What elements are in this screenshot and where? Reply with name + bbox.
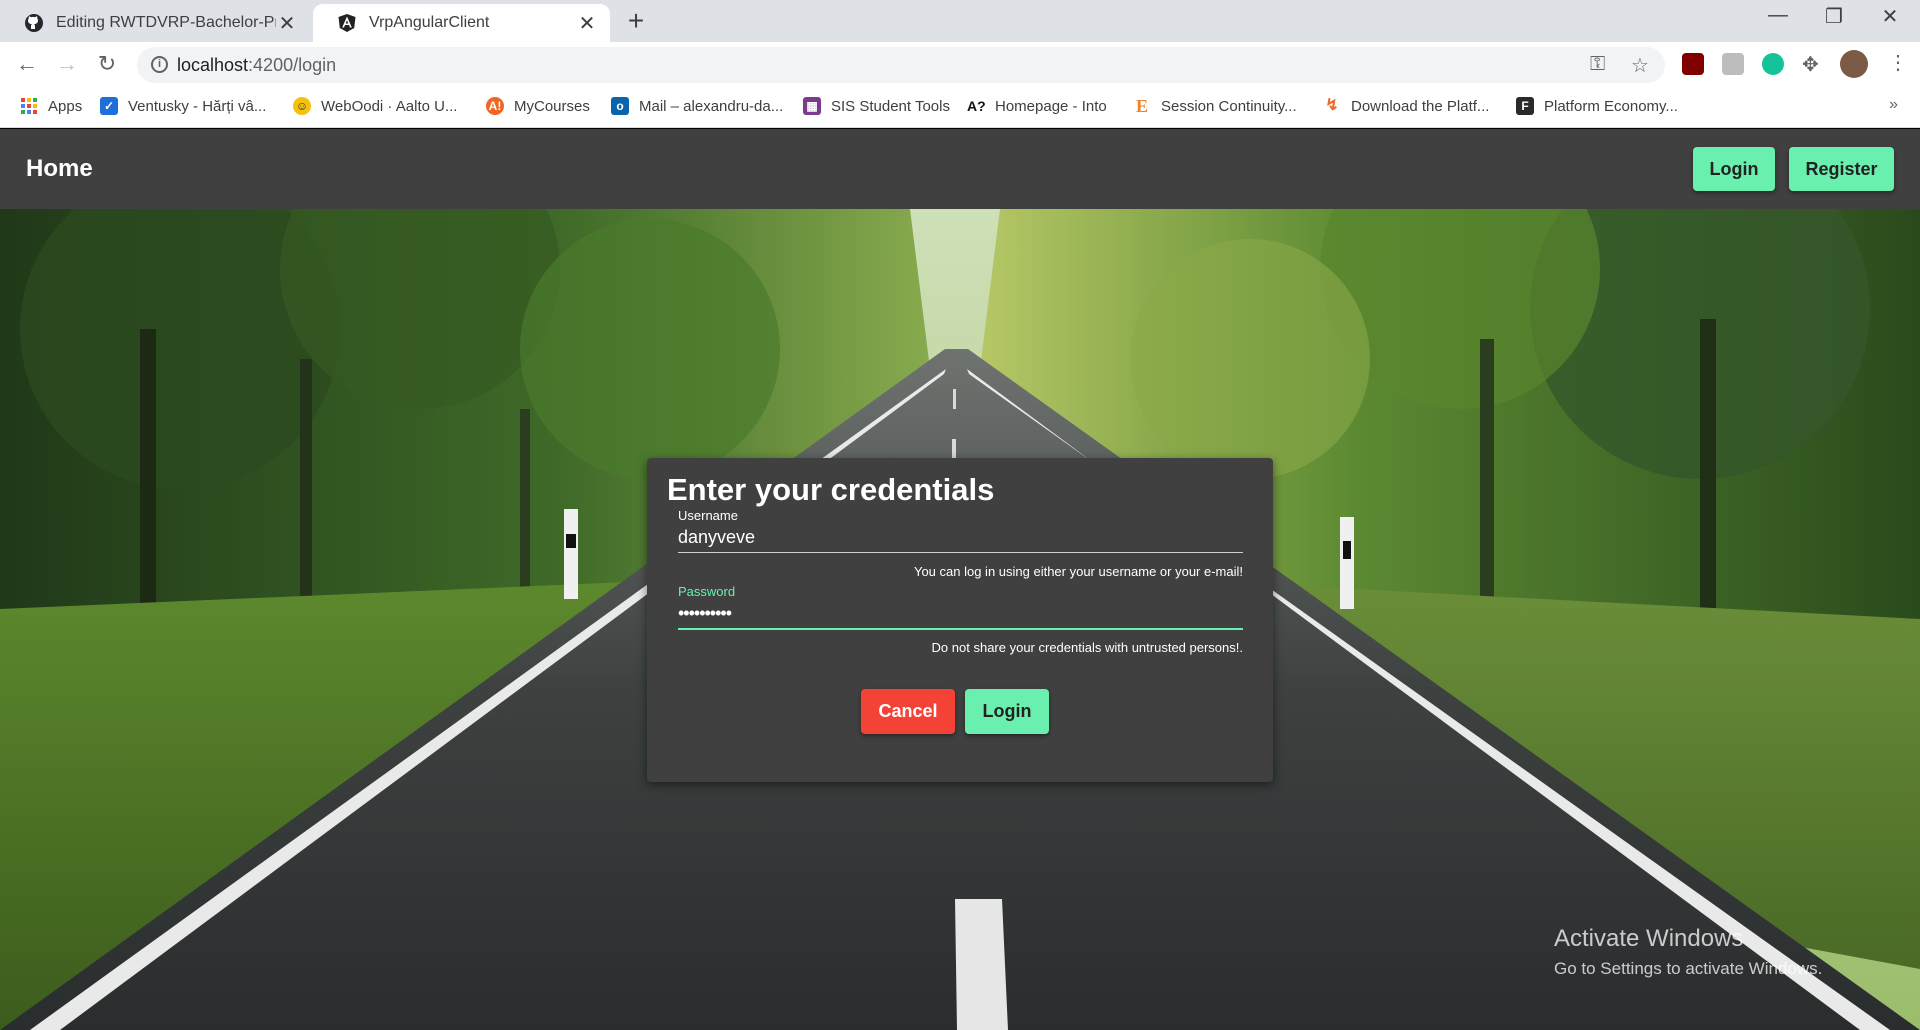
- bookmark-download-platform[interactable]: ↯ Download the Platf...: [1323, 97, 1489, 115]
- windows-activation-watermark: Activate Windows Go to Settings to activ…: [1554, 925, 1822, 979]
- key-icon[interactable]: ⚿: [1590, 53, 1605, 76]
- app-navbar: Home Login Register: [0, 129, 1920, 209]
- bookmarks-bar: Apps ✓ Ventusky - Hărți vâ... ☺ WebOodi …: [0, 87, 1920, 128]
- watermark-line2: Go to Settings to activate Windows.: [1554, 959, 1823, 978]
- password-label: Password: [678, 584, 736, 599]
- angular-icon: [338, 14, 356, 32]
- close-icon[interactable]: ✕: [576, 11, 598, 36]
- outlook-icon: o: [611, 97, 629, 115]
- weboodi-icon: ☺: [293, 97, 311, 115]
- bookmark-apps[interactable]: Apps: [20, 97, 82, 115]
- ublock-icon[interactable]: [1682, 53, 1704, 75]
- mycourses-icon: A!: [486, 97, 504, 115]
- nav-register-button[interactable]: Register: [1789, 147, 1894, 191]
- avatar[interactable]: [1840, 50, 1868, 78]
- ventusky-icon: ✓: [100, 97, 118, 115]
- reload-icon[interactable]: ↻: [93, 50, 121, 78]
- extensions-puzzle-icon[interactable]: ✥: [1802, 52, 1819, 77]
- bookmark-weboodi[interactable]: ☺ WebOodi · Aalto U...: [293, 97, 457, 115]
- menu-kebab-icon[interactable]: ⋮: [1888, 50, 1908, 75]
- github-icon: [25, 14, 43, 32]
- f-icon: F: [1516, 97, 1534, 115]
- platform-icon: ↯: [1325, 97, 1339, 114]
- browser-toolbar: ← → ↻ i localhost:4200/login ⚿ ☆ ✥ ⋮: [0, 42, 1920, 87]
- bookmark-session-continuity[interactable]: E Session Continuity...: [1133, 97, 1297, 115]
- apps-grid-icon: [21, 98, 37, 114]
- info-icon[interactable]: i: [151, 56, 168, 73]
- username-label: Username: [678, 508, 738, 523]
- sis-icon: ▦: [803, 97, 821, 115]
- bookmark-homepage-into[interactable]: A? Homepage - Into: [967, 97, 1107, 115]
- password-hint: Do not share your credentials with untru…: [931, 640, 1243, 655]
- url-text: localhost:4200/login: [177, 55, 337, 75]
- e-icon: E: [1135, 96, 1148, 116]
- grammarly-icon[interactable]: [1762, 53, 1784, 75]
- tab-title: Editing RWTDVRP-Bachelor-Proje: [56, 14, 276, 31]
- bookmark-ventusky[interactable]: ✓ Ventusky - Hărți vâ...: [100, 97, 266, 115]
- close-window-icon[interactable]: ✕: [1870, 4, 1910, 29]
- address-bar[interactable]: i localhost:4200/login ⚿ ☆: [137, 47, 1665, 83]
- password-input[interactable]: [678, 599, 1243, 628]
- close-icon[interactable]: ✕: [276, 11, 298, 36]
- tab-title: VrpAngularClient: [369, 14, 490, 31]
- back-icon[interactable]: ←: [13, 50, 41, 78]
- username-input[interactable]: [678, 523, 1243, 552]
- nav-login-button[interactable]: Login: [1693, 147, 1775, 191]
- new-tab-icon[interactable]: +: [626, 6, 646, 36]
- tab-github[interactable]: Editing RWTDVRP-Bachelor-Proje ✕: [0, 4, 310, 42]
- login-card: Enter your credentials Username You can …: [647, 458, 1273, 782]
- bookmark-mycourses[interactable]: A! MyCourses: [486, 97, 590, 115]
- username-underline: [678, 552, 1243, 553]
- watermark-line1: Activate Windows: [1554, 925, 1744, 952]
- extension-r-icon[interactable]: [1722, 53, 1744, 75]
- username-field[interactable]: Username: [678, 508, 1243, 553]
- star-icon[interactable]: ☆: [1631, 53, 1649, 78]
- home-link[interactable]: Home: [26, 155, 93, 183]
- bookmark-sis[interactable]: ▦ SIS Student Tools: [803, 97, 950, 115]
- aalto-icon: A?: [967, 98, 986, 114]
- restore-icon[interactable]: ❐: [1814, 4, 1854, 29]
- password-underline: [678, 628, 1243, 630]
- bookmark-platform-economy[interactable]: F Platform Economy...: [1516, 97, 1678, 115]
- chevron-more-icon[interactable]: »: [1889, 96, 1898, 114]
- forward-icon[interactable]: →: [53, 50, 81, 78]
- minimize-icon[interactable]: —: [1758, 4, 1798, 27]
- username-hint: You can log in using either your usernam…: [913, 564, 1243, 579]
- login-button[interactable]: Login: [965, 689, 1049, 734]
- card-title: Enter your credentials: [667, 472, 995, 507]
- browser-tabstrip: Editing RWTDVRP-Bachelor-Proje ✕ VrpAngu…: [0, 0, 1920, 42]
- cancel-button[interactable]: Cancel: [861, 689, 955, 734]
- tab-vrp-client[interactable]: VrpAngularClient ✕: [313, 4, 610, 42]
- password-field[interactable]: Password: [678, 584, 1243, 630]
- bookmark-mail[interactable]: o Mail – alexandru-da...: [611, 97, 783, 115]
